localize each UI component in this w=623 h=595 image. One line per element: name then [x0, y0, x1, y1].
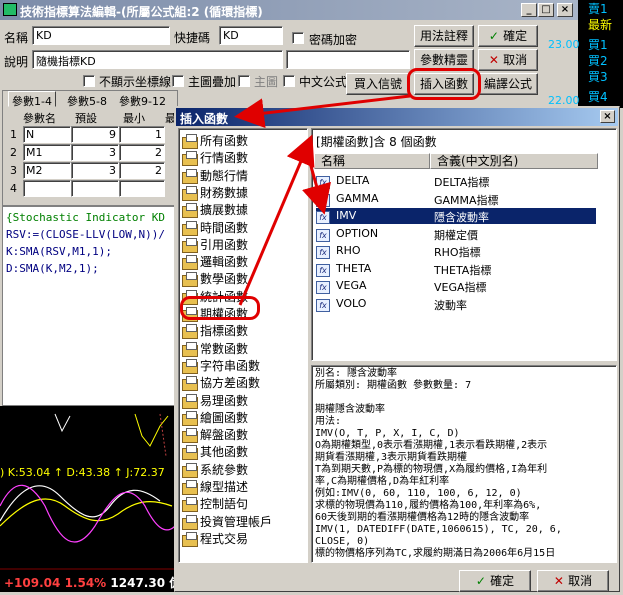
- arrow-to-imv: [302, 144, 331, 215]
- arrow-to-list: [238, 134, 315, 306]
- arrow-to-dialog: [234, 94, 411, 129]
- annotation-arrows: [234, 94, 411, 306]
